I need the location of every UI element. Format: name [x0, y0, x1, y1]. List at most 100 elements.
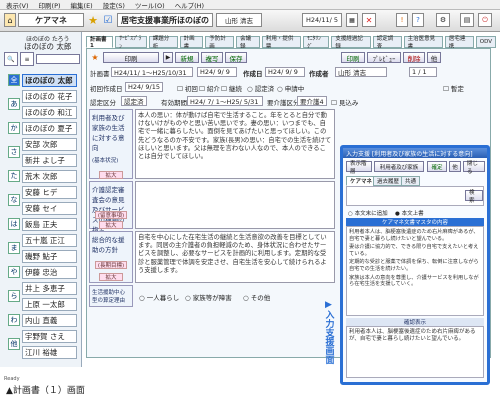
- tab-10[interactable]: 主治医意見書: [403, 36, 443, 50]
- menu-help[interactable]: ヘルプ(H): [175, 0, 204, 10]
- tab-6[interactable]: 利用・提供票: [261, 36, 302, 50]
- menu-view[interactable]: 表示(V): [6, 0, 29, 10]
- patient-list-item[interactable]: ほのぼの 夏子: [22, 122, 77, 135]
- search-icon[interactable]: 🔍: [4, 52, 18, 66]
- kana-index-10[interactable]: わ: [8, 314, 20, 326]
- tab-3[interactable]: 計画書: [179, 36, 204, 50]
- patient-list-item[interactable]: 安藤 ヒデ: [22, 186, 77, 199]
- created-date[interactable]: H24/ 9/ 9: [265, 67, 305, 77]
- patient-list-item[interactable]: 安藤 セイ: [22, 202, 77, 215]
- search-button[interactable]: 検索: [465, 190, 483, 204]
- calendar-icon[interactable]: ▦: [346, 13, 358, 27]
- radio-other[interactable]: ○ その他: [243, 292, 270, 302]
- help-icon[interactable]: ?: [412, 13, 424, 27]
- page-field[interactable]: 1 / 1: [409, 67, 437, 77]
- tab-9[interactable]: 認定調査: [372, 36, 402, 50]
- staff-field[interactable]: 山形 清志: [216, 13, 262, 27]
- tab-2[interactable]: 課題分析: [148, 36, 178, 50]
- checkbox-tentative[interactable]: ☐ 暫定: [443, 83, 464, 93]
- kana-index-2[interactable]: か: [8, 122, 20, 134]
- star-icon[interactable]: ★: [89, 52, 101, 63]
- close-icon[interactable]: ✕: [362, 13, 376, 27]
- policy-text[interactable]: 自宅を中心にした在宅生活の継続と生活意欲の改善を目標としています。同居の主介護者…: [135, 231, 335, 283]
- master-line[interactable]: 家族は本人の意向を尊重し、介護サービスを利用しながら在宅生活を支援していく。: [349, 275, 481, 288]
- master-line[interactable]: 妻は介護に協力的で、できる限り自宅で支えたいと考えている。: [349, 244, 481, 257]
- notes-button[interactable]: (留意事項): [95, 211, 127, 219]
- kana-index-4[interactable]: た: [8, 170, 20, 182]
- tab-0[interactable]: 計画書1: [86, 36, 114, 49]
- radio-applying[interactable]: ○ 申請中: [277, 83, 304, 93]
- patient-list-item[interactable]: ほのぼの 太郎: [22, 74, 77, 87]
- author-field[interactable]: 山形 清志: [335, 67, 387, 77]
- radio-family-disabled[interactable]: ○ 家族等が障害: [185, 292, 232, 302]
- print-plan-button[interactable]: 印刷: [103, 52, 159, 63]
- home-icon[interactable]: ⌂: [4, 13, 16, 27]
- patient-list-item[interactable]: 安部 次郎: [22, 138, 77, 151]
- patient-list-item[interactable]: ほのぼの 和江: [22, 106, 77, 119]
- settings-icon[interactable]: ⚙: [436, 13, 450, 27]
- kana-index-11[interactable]: 他: [8, 338, 20, 350]
- plan-date[interactable]: H24/ 9/ 9: [197, 67, 237, 77]
- confirm-button[interactable]: 確定: [427, 161, 447, 172]
- tab-4[interactable]: 予防計画: [205, 36, 235, 50]
- patient-list-item[interactable]: 伊藤 忠治: [22, 266, 77, 279]
- patient-list-item[interactable]: 新井 よし子: [22, 154, 77, 167]
- info-icon[interactable]: !: [396, 13, 408, 27]
- patient-list-item[interactable]: 荒木 次郎: [22, 170, 77, 183]
- kana-index-5[interactable]: な: [8, 194, 20, 206]
- patient-list-item[interactable]: 磯野 鮎子: [22, 250, 77, 263]
- cert-field[interactable]: 認定済: [121, 96, 147, 106]
- star-icon[interactable]: ★: [86, 13, 100, 27]
- kana-index-6[interactable]: は: [8, 218, 20, 230]
- patient-filter[interactable]: [36, 54, 80, 64]
- date-field[interactable]: H24/11/ 5: [302, 13, 342, 27]
- menu-settings[interactable]: 設定(S): [103, 0, 125, 10]
- menu-print[interactable]: 印刷(P): [39, 0, 61, 10]
- display-level-button[interactable]: 表示階層: [346, 161, 372, 175]
- expand-button-2[interactable]: 拡大: [99, 221, 123, 229]
- care-level[interactable]: 要介護4: [297, 96, 327, 106]
- kana-index-3[interactable]: さ: [8, 146, 20, 158]
- kana-index-8[interactable]: や: [8, 266, 20, 278]
- patient-list-item[interactable]: 上原 一太郎: [22, 298, 77, 311]
- tab-1[interactable]: ｻｰﾋﾞｽﾌﾟﾗﾝ: [115, 36, 147, 50]
- master-list[interactable]: 利用者本人は、脳梗塞後遺症のため右片麻痺があるが、自宅で妻と暮らし続けたいと望ん…: [346, 226, 484, 316]
- popup-tab-common[interactable]: 共通: [401, 176, 421, 186]
- kana-index-7[interactable]: ま: [8, 242, 20, 254]
- menu-tools[interactable]: ツール(O): [135, 0, 165, 10]
- delete-button[interactable]: 削除: [403, 52, 425, 63]
- other-button[interactable]: 他: [449, 161, 461, 172]
- radio-certified[interactable]: ○ 認定済: [247, 83, 274, 93]
- checkbox-initial[interactable]: ☐ 初回: [177, 83, 198, 93]
- tab-11[interactable]: 居宅連携: [444, 36, 474, 50]
- expand-button[interactable]: 拡大: [99, 171, 123, 179]
- checkbox-prospect[interactable]: ☐ 見込み: [331, 97, 358, 107]
- patient-list-item[interactable]: 江川 裕雄: [22, 346, 77, 359]
- new-button[interactable]: 新規: [175, 52, 199, 63]
- intention-text[interactable]: 本人の思い：体が動けば自宅で生活すること。年をとると自分で動けないけがものやと思…: [135, 109, 335, 179]
- other-button[interactable]: 他: [427, 52, 441, 63]
- field-select[interactable]: 利用者及び家族: [374, 161, 424, 172]
- popup-tab-caremanager[interactable]: ケアマネ: [346, 176, 377, 186]
- master-line[interactable]: 利用者本人は、脳梗塞後遺症のため右片麻痺があるが、自宅で妻と暮らし続けたいと望ん…: [349, 229, 481, 242]
- tab-12[interactable]: ODV: [475, 36, 497, 48]
- copy-button[interactable]: 複写: [201, 52, 223, 63]
- expand-button-3[interactable]: 拡大: [99, 273, 123, 281]
- radio-append[interactable]: ○ 本文末に追加: [348, 209, 388, 217]
- longterm-button[interactable]: (長期目標): [95, 261, 127, 269]
- close-button[interactable]: 閉じる: [463, 161, 485, 175]
- checkbox-continue[interactable]: ☐ 継続: [221, 83, 242, 93]
- preview-button[interactable]: ﾌﾟﾚﾋﾞｭｰ: [367, 52, 401, 63]
- patient-list-item[interactable]: 飯島 正夫: [22, 218, 77, 231]
- kana-index-9[interactable]: ら: [8, 290, 20, 302]
- patient-list-item[interactable]: 内山 直義: [22, 314, 77, 327]
- initial-date[interactable]: H24/ 9/15: [125, 82, 163, 92]
- menu-edit[interactable]: 編集(E): [71, 0, 93, 10]
- tab-5[interactable]: 会議録: [236, 36, 260, 50]
- master-line[interactable]: 定期的な受診と服薬で体調を保ち、転倒に注意しながら自宅での生活を続けたい。: [349, 259, 481, 272]
- list-icon[interactable]: ≡: [20, 52, 34, 66]
- exit-icon[interactable]: ⏻: [478, 13, 492, 27]
- tab-7[interactable]: ﾓﾆﾀﾘﾝｸﾞ: [303, 36, 330, 50]
- radio-alone[interactable]: ○ 一人暮らし: [139, 292, 179, 302]
- patient-list-item[interactable]: 井上 多恵子: [22, 282, 77, 295]
